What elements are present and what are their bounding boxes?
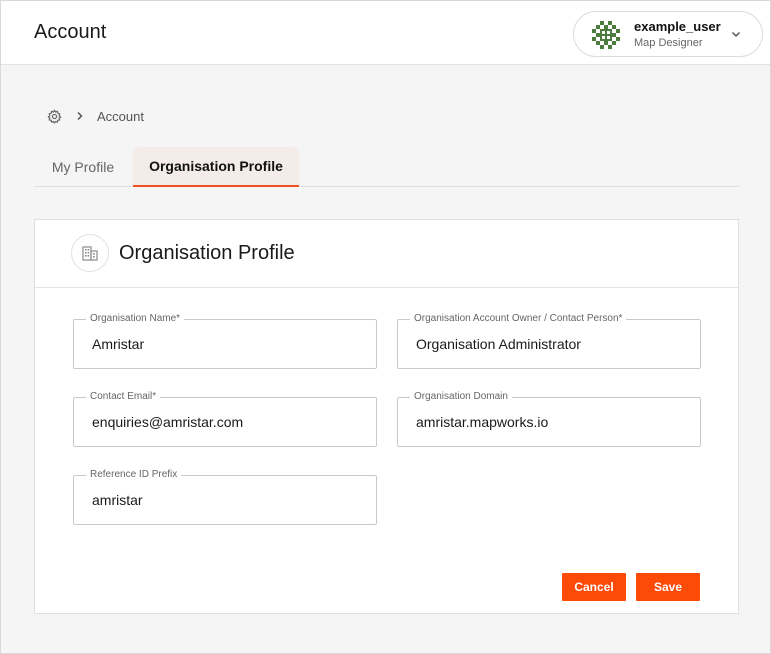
contact-email-input[interactable] xyxy=(92,414,362,430)
organisation-name-input[interactable] xyxy=(92,336,362,352)
breadcrumb: Account xyxy=(47,107,144,125)
cancel-button[interactable]: Cancel xyxy=(562,573,626,601)
card-header: Organisation Profile xyxy=(35,220,738,288)
account-owner-field[interactable]: Organisation Account Owner / Contact Per… xyxy=(397,313,701,369)
tab-organisation-profile[interactable]: Organisation Profile xyxy=(133,147,299,187)
chevron-right-icon xyxy=(77,111,83,121)
tab-my-profile[interactable]: My Profile xyxy=(34,147,132,186)
field-label: Organisation Account Owner / Contact Per… xyxy=(410,313,627,325)
organisation-name-field[interactable]: Organisation Name* xyxy=(73,313,377,369)
tab-bar: My Profile Organisation Profile xyxy=(34,147,739,187)
building-icon-badge xyxy=(71,234,109,272)
card-title: Organisation Profile xyxy=(119,242,295,264)
app-window: Account example_user Map Designer Accoun… xyxy=(0,0,771,654)
field-label: Organisation Domain xyxy=(410,391,512,403)
user-name: example_user xyxy=(634,19,721,34)
organisation-domain-field[interactable]: Organisation Domain xyxy=(397,391,701,447)
avatar xyxy=(590,19,622,51)
breadcrumb-current: Account xyxy=(97,108,144,124)
field-label: Contact Email* xyxy=(86,391,161,403)
chevron-down-icon xyxy=(731,31,741,38)
building-icon xyxy=(82,246,98,261)
organisation-domain-input[interactable] xyxy=(416,414,686,430)
user-role: Map Designer xyxy=(634,37,703,49)
field-label: Organisation Name* xyxy=(86,313,185,325)
reference-id-prefix-field[interactable]: Reference ID Prefix xyxy=(73,469,377,525)
account-owner-input[interactable] xyxy=(416,336,686,352)
gear-icon[interactable] xyxy=(47,108,62,124)
user-menu-button[interactable]: example_user Map Designer xyxy=(573,11,763,57)
page-title: Account xyxy=(34,21,107,43)
reference-id-prefix-input[interactable] xyxy=(92,492,362,508)
top-bar: Account example_user Map Designer xyxy=(1,1,770,65)
save-button[interactable]: Save xyxy=(636,573,700,601)
organisation-profile-card: Organisation Profile Organisation Name* … xyxy=(34,219,739,614)
field-label: Reference ID Prefix xyxy=(86,469,182,481)
contact-email-field[interactable]: Contact Email* xyxy=(73,391,377,447)
